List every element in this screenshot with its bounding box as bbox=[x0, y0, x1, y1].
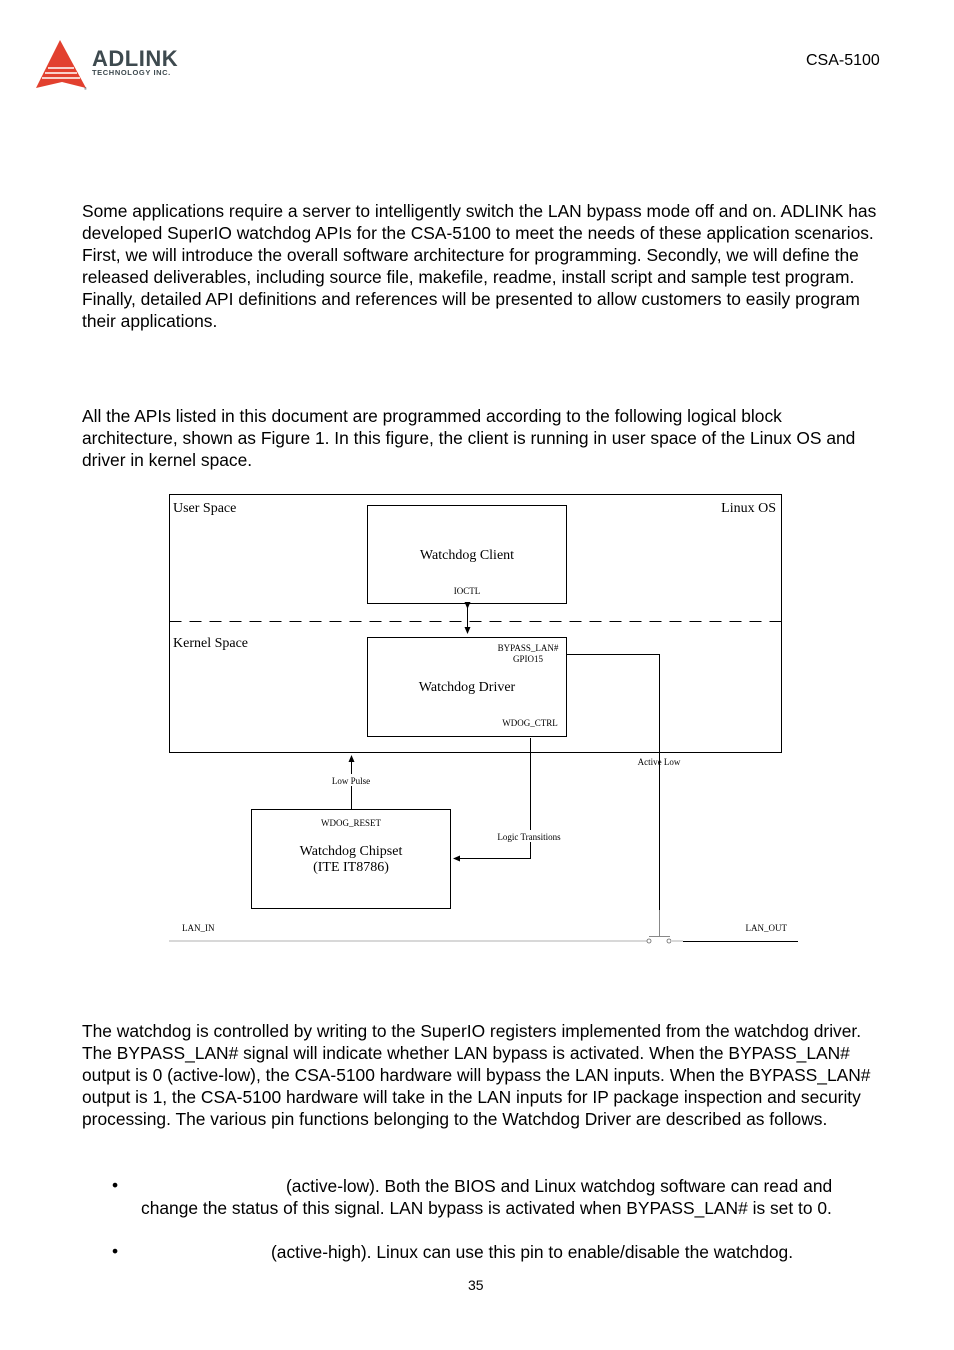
linux-os-label: Linux OS bbox=[721, 501, 776, 516]
bypass-lan-port-label: BYPASS_LAN# bbox=[498, 643, 559, 653]
low-pulse-label: Low Pulse bbox=[332, 776, 370, 786]
user-space-label: User Space bbox=[173, 501, 236, 516]
watchdog-chipset-title: Watchdog Chipset bbox=[300, 844, 403, 859]
lan-out-label: LAN_OUT bbox=[746, 923, 788, 933]
kernel-space-label: Kernel Space bbox=[173, 636, 248, 651]
architecture-diagram: User Space Linux OS Kernel Space Watchdo… bbox=[169, 494, 798, 944]
logic-transitions-label: Logic Transitions bbox=[497, 832, 561, 842]
bullet-bypass-lan-description: (active-low). Both the BIOS and Linux wa… bbox=[141, 1176, 833, 1219]
switch-contact-right bbox=[666, 938, 672, 944]
watchdog-driver-title: Watchdog Driver bbox=[419, 680, 516, 695]
watchdog-paragraph: The watchdog is controlled by writing to… bbox=[82, 1021, 871, 1130]
wdog-reset-port-label: WDOG_RESET bbox=[321, 818, 381, 828]
bullet-marker: • bbox=[112, 1175, 119, 1195]
active-low-label: Active Low bbox=[638, 757, 681, 767]
bullet-wdog-ctrl-description: (active-high). Linux can use this pin to… bbox=[271, 1242, 794, 1262]
ioctl-port-label: IOCTL bbox=[454, 586, 481, 596]
page-number: 35 bbox=[468, 1277, 484, 1293]
watchdog-client-title: Watchdog Client bbox=[420, 548, 514, 563]
watchdog-chipset-model: (ITE IT8786) bbox=[313, 860, 389, 875]
wdog-ctrl-port-label: WDOG_CTRL bbox=[502, 718, 558, 728]
lan-in-label: LAN_IN bbox=[182, 923, 215, 933]
bullet-marker: • bbox=[112, 1241, 119, 1261]
bypass-lan-line bbox=[566, 654, 660, 910]
gpio15-port-label: GPIO15 bbox=[513, 654, 544, 664]
switch-contact-left bbox=[646, 938, 652, 944]
